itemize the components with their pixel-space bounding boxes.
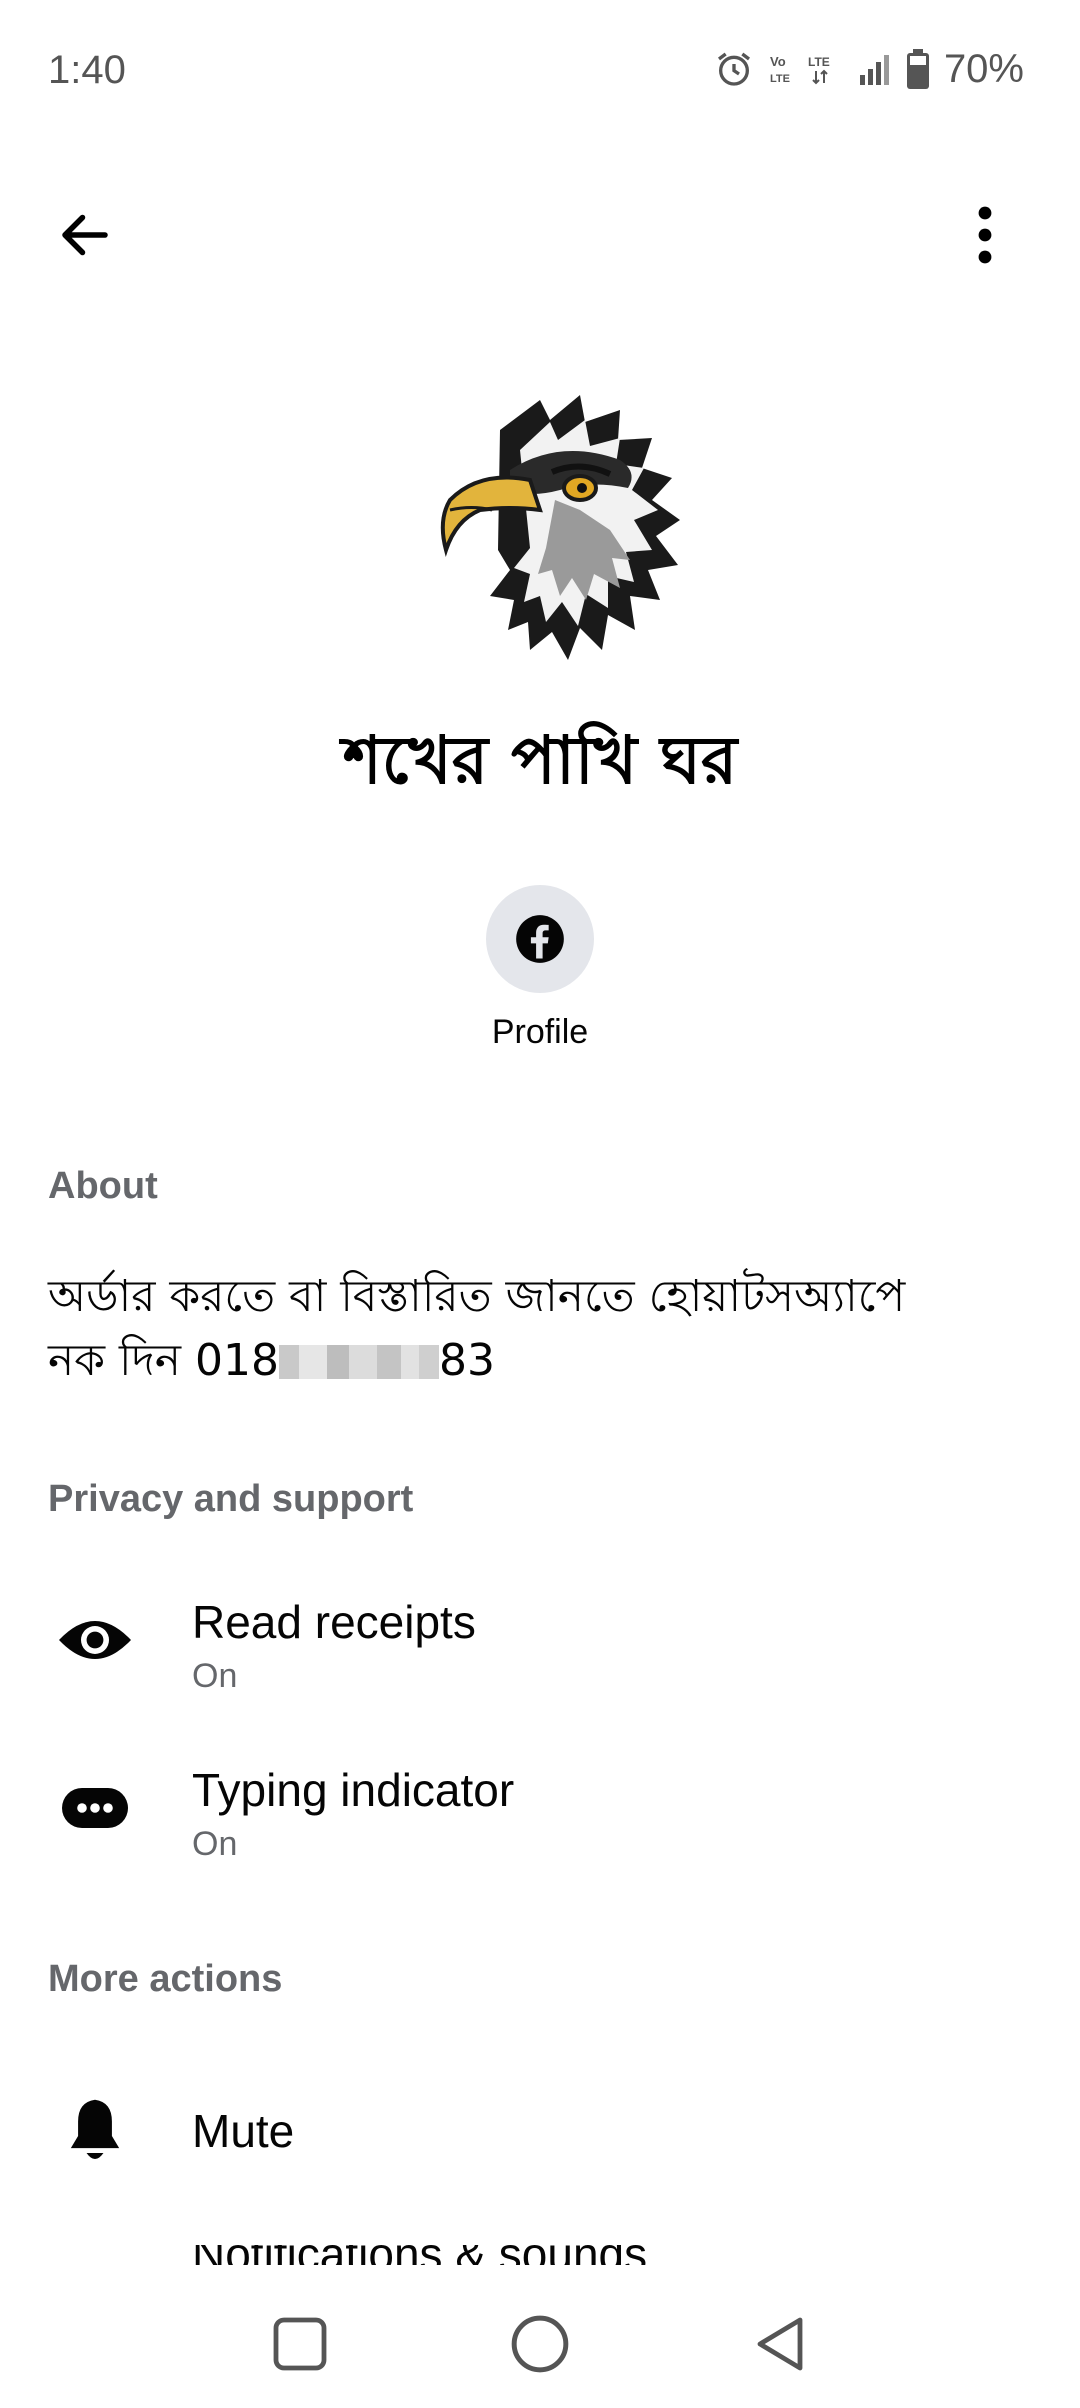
privacy-header: Privacy and support	[48, 1478, 414, 1520]
about-text-line1: অর্ডার করতে বা বিস্তারিত জানতে হোয়াটসঅ্…	[48, 1271, 906, 1322]
typing-indicator-row[interactable]: Typing indicator On	[0, 1743, 1080, 1883]
about-header: About	[48, 1165, 158, 1207]
svg-text:Vo: Vo	[770, 54, 786, 69]
about-text-suffix: 83	[438, 1335, 495, 1386]
profile-label: Profile	[491, 1013, 589, 1051]
more-vertical-icon	[978, 206, 992, 264]
svg-text:LTE: LTE	[808, 55, 830, 69]
alarm-icon	[717, 52, 750, 86]
profile-button[interactable]: Profile	[440, 885, 640, 1065]
arrow-left-icon	[62, 214, 108, 256]
more-options-button[interactable]	[940, 190, 1030, 280]
mute-row[interactable]: Mute	[0, 2060, 1080, 2200]
notifications-sounds-title: Notifications & sounds	[192, 2245, 647, 2265]
page-avatar[interactable]	[380, 360, 700, 680]
home-circle-icon	[511, 2315, 569, 2373]
status-time: 1:40	[48, 48, 126, 92]
typing-bubble-icon	[52, 1765, 138, 1851]
eye-icon	[52, 1597, 138, 1683]
typing-indicator-title: Typing indicator	[192, 1764, 515, 1816]
lte-icon: LTE	[808, 55, 830, 85]
recents-square-icon	[273, 2317, 327, 2371]
read-receipts-status: On	[192, 1657, 238, 1695]
more-actions-header: More actions	[48, 1958, 283, 2000]
status-bar: 1:40 Vo LTE LTE 70%	[0, 0, 1080, 150]
battery-percent: 70%	[943, 46, 1024, 91]
app-bar	[0, 170, 1080, 290]
mute-title: Mute	[192, 2105, 295, 2157]
eagle-head-logo	[440, 395, 680, 660]
back-triangle-icon	[757, 2317, 803, 2371]
facebook-icon	[516, 915, 564, 963]
page-title: শখের পাখি ঘর	[342, 722, 738, 799]
profile-button-circle[interactable]	[486, 885, 594, 993]
status-icons: Vo LTE LTE 70%	[714, 44, 1024, 94]
signal-icon	[859, 55, 889, 85]
back-button[interactable]	[40, 190, 130, 280]
system-nav-bar	[0, 2280, 1080, 2408]
recents-button[interactable]	[255, 2299, 345, 2389]
battery-icon	[906, 49, 929, 89]
about-text-prefix: নক দিন 018	[48, 1335, 279, 1386]
redacted-number	[278, 1345, 439, 1379]
bell-icon	[52, 2087, 138, 2173]
svg-text:LTE: LTE	[770, 73, 790, 85]
notifications-sounds-row[interactable]: Notifications & sounds	[192, 2245, 992, 2265]
about-text: অর্ডার করতে বা বিস্তারিত জানতে হোয়াটসঅ্…	[48, 1265, 1048, 1393]
typing-indicator-status: On	[192, 1825, 238, 1863]
about-text-line2: নক দিন 018 83	[48, 1329, 1048, 1393]
read-receipts-row[interactable]: Read receipts On	[0, 1575, 1080, 1715]
read-receipts-title: Read receipts	[192, 1596, 476, 1648]
home-button[interactable]	[495, 2299, 585, 2389]
back-nav-button[interactable]	[735, 2299, 825, 2389]
volte-icon: Vo LTE	[770, 54, 790, 85]
